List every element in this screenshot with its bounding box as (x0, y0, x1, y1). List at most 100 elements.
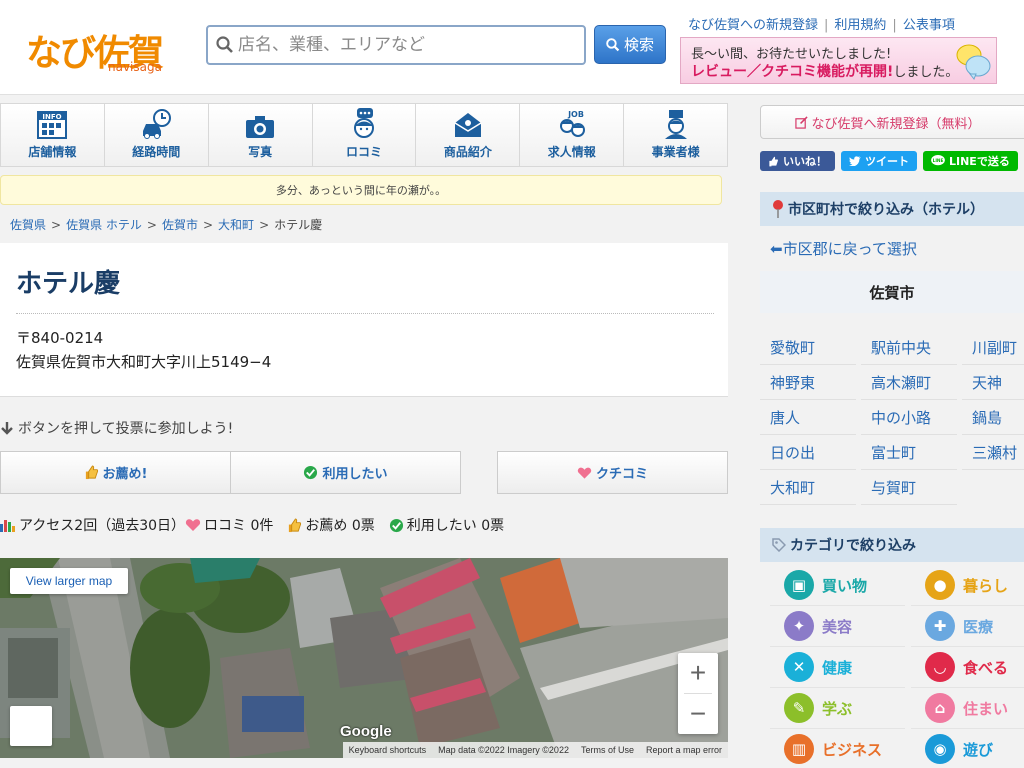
town-link[interactable]: 与賀町 (861, 470, 957, 505)
access-stat-text: アクセス2回（過去30日） (19, 518, 186, 534)
town-link[interactable]: 駅前中央 (861, 330, 957, 365)
category-food[interactable]: ◡ 食べる (911, 647, 1024, 688)
recommend-stat: お薦め 0票 (287, 515, 375, 535)
thumbs-up-icon (85, 465, 98, 480)
street-view-pegman[interactable] (10, 706, 52, 746)
tab-label: 商品紹介 (443, 145, 492, 159)
want-stat-text: 利用したい 0票 (406, 518, 505, 534)
camera-icon: ◉ (925, 734, 955, 764)
town-link[interactable]: 神野東 (760, 365, 856, 400)
category-beauty[interactable]: ✦ 美容 (770, 606, 905, 647)
town-link[interactable]: 大和町 (760, 470, 856, 505)
tab-label: 事業者様 (651, 145, 700, 159)
back-to-district-link[interactable]: ⬅市区郡に戻って選択 (770, 238, 917, 259)
heart-icon (577, 467, 592, 479)
thumbs-up-icon (289, 517, 302, 532)
town-link[interactable]: 川副町 (962, 330, 1024, 365)
tweet-button[interactable]: ツイート (841, 151, 917, 171)
beauty-icon: ✦ (784, 611, 814, 641)
town-link[interactable]: 中の小路 (861, 400, 957, 435)
car-clock-icon (143, 109, 172, 139)
breadcrumb-link[interactable]: 大和町 (218, 218, 254, 232)
shop-name: ホテル慶 (16, 269, 121, 299)
breadcrumb-link[interactable]: 佐賀市 (162, 218, 198, 232)
bar-chart-icon (0, 520, 15, 532)
tab-jobs[interactable]: JOB 求人情報 (520, 104, 625, 166)
sidebar-register-button[interactable]: なび佐賀へ新規登録（無料） (760, 105, 1024, 139)
category-medical[interactable]: ✚ 医療 (911, 606, 1024, 647)
report-map-error-link[interactable]: Report a map error (646, 745, 722, 755)
map-data-attribution: Map data ©2022 Imagery ©2022 (438, 745, 569, 755)
category-business[interactable]: ▥ ビジネス (770, 729, 905, 768)
tab-route-time[interactable]: 経路時間 (105, 104, 209, 166)
tab-business[interactable]: 事業者様 (624, 104, 727, 166)
want-to-use-button[interactable]: 利用したい (230, 451, 461, 494)
search-input[interactable] (238, 33, 578, 57)
town-link[interactable]: 天神 (962, 365, 1024, 400)
review-banner[interactable]: 長〜い間、お待たせいたしました! レビュー／クチコミ機能が再開!しました。 (680, 37, 997, 84)
town-link[interactable]: 愛敬町 (760, 330, 856, 365)
disclosure-link[interactable]: 公表事項 (903, 18, 955, 33)
tab-shop-info[interactable]: INFO 店舗情報 (1, 104, 105, 166)
recommend-button[interactable]: お薦め! (0, 451, 231, 494)
category-health[interactable]: ✕ 健康 (770, 647, 905, 688)
terms-of-use-link[interactable]: Terms of Use (581, 745, 634, 755)
svg-text:JOB: JOB (567, 110, 584, 119)
area-filter-header: 市区町村で絞り込み（ホテル） (760, 192, 1024, 226)
want-to-use-label: 利用したい (322, 467, 388, 482)
search-button-label: 検索 (623, 36, 654, 54)
category-housing[interactable]: ⌂ 住まい (911, 688, 1024, 729)
review-button[interactable]: クチコミ (497, 451, 728, 494)
town-link[interactable]: 鍋島 (962, 400, 1024, 435)
hospital-icon: ✚ (925, 611, 955, 641)
category-filter-header: カテゴリで絞り込み (760, 528, 1024, 562)
business-person-icon (664, 110, 687, 139)
keyboard-shortcuts-link[interactable]: Keyboard shortcuts (349, 745, 427, 755)
breadcrumb: 佐賀県 > 佐賀県 ホテル > 佐賀市 > 大和町 > ホテル慶 (10, 218, 323, 232)
town-link[interactable]: 高木瀬町 (861, 365, 957, 400)
facebook-like-button[interactable]: いいね！ (760, 151, 835, 171)
breadcrumb-link[interactable]: 佐賀県 ホテル (66, 218, 142, 232)
search-button[interactable]: 検索 (594, 25, 666, 64)
speech-bubble-icon (956, 44, 991, 80)
tag-icon (772, 538, 786, 552)
zoom-in-button[interactable]: + (678, 653, 718, 693)
category-living[interactable]: ● 暮らし (911, 565, 1024, 606)
town-link[interactable]: 三瀬村 (962, 435, 1024, 470)
tab-products[interactable]: 商品紹介 (416, 104, 521, 166)
tab-photos[interactable]: 写真 (209, 104, 313, 166)
map-pin-icon (773, 200, 783, 218)
tab-label: 店舗情報 (28, 145, 77, 159)
edit-icon (795, 115, 809, 129)
terms-link[interactable]: 利用規約 (834, 18, 886, 33)
tab-label: 経路時間 (132, 145, 181, 159)
site-logo[interactable]: なび佐賀 navisaga (26, 26, 172, 76)
category-leisure[interactable]: ◉ 遊び (911, 729, 1024, 768)
stats-row: アクセス2回（過去30日） ロコミ 0件 お薦め 0票 利用したい 0票 (0, 515, 518, 535)
register-link[interactable]: なび佐賀への新規登録 (688, 18, 818, 33)
view-larger-map-link[interactable]: View larger map (10, 568, 128, 594)
category-shopping[interactable]: ▣ 買い物 (770, 565, 905, 606)
shopping-bag-icon: ▣ (784, 570, 814, 600)
zoom-out-button[interactable]: − (678, 694, 718, 734)
house-icon: ⌂ (925, 693, 955, 723)
tab-reviews[interactable]: ロコミ (313, 104, 417, 166)
vote-prompt: ボタンを押して投票に参加しよう! (0, 418, 233, 438)
category-learning[interactable]: ✎ 学ぶ (770, 688, 905, 729)
building-icon: ▥ (784, 734, 814, 764)
town-link[interactable]: 富士町 (861, 435, 957, 470)
svg-text:LINE: LINE (933, 158, 944, 164)
breadcrumb-link[interactable]: 佐賀県 (10, 218, 46, 232)
town-link[interactable]: 日の出 (760, 435, 856, 470)
book-pencil-icon: ✎ (784, 693, 814, 723)
town-link[interactable]: 唐人 (760, 400, 856, 435)
chat-person-icon (354, 108, 374, 138)
kuchikomi-stat-text: ロコミ 0件 (204, 518, 274, 534)
check-circle-icon (304, 465, 318, 480)
embedded-map[interactable]: View larger map + − Google Keyboard shor… (0, 558, 728, 758)
search-box (206, 25, 586, 65)
vote-prompt-text: ボタンを押して投票に参加しよう! (18, 421, 234, 437)
site-header: なび佐賀 navisaga 検索 なび佐賀への新規登録|利用規約|公表事項 長〜… (0, 0, 1024, 95)
access-stat: アクセス2回（過去30日） (0, 515, 185, 535)
line-share-button[interactable]: LINE LINEで送る (923, 151, 1018, 171)
